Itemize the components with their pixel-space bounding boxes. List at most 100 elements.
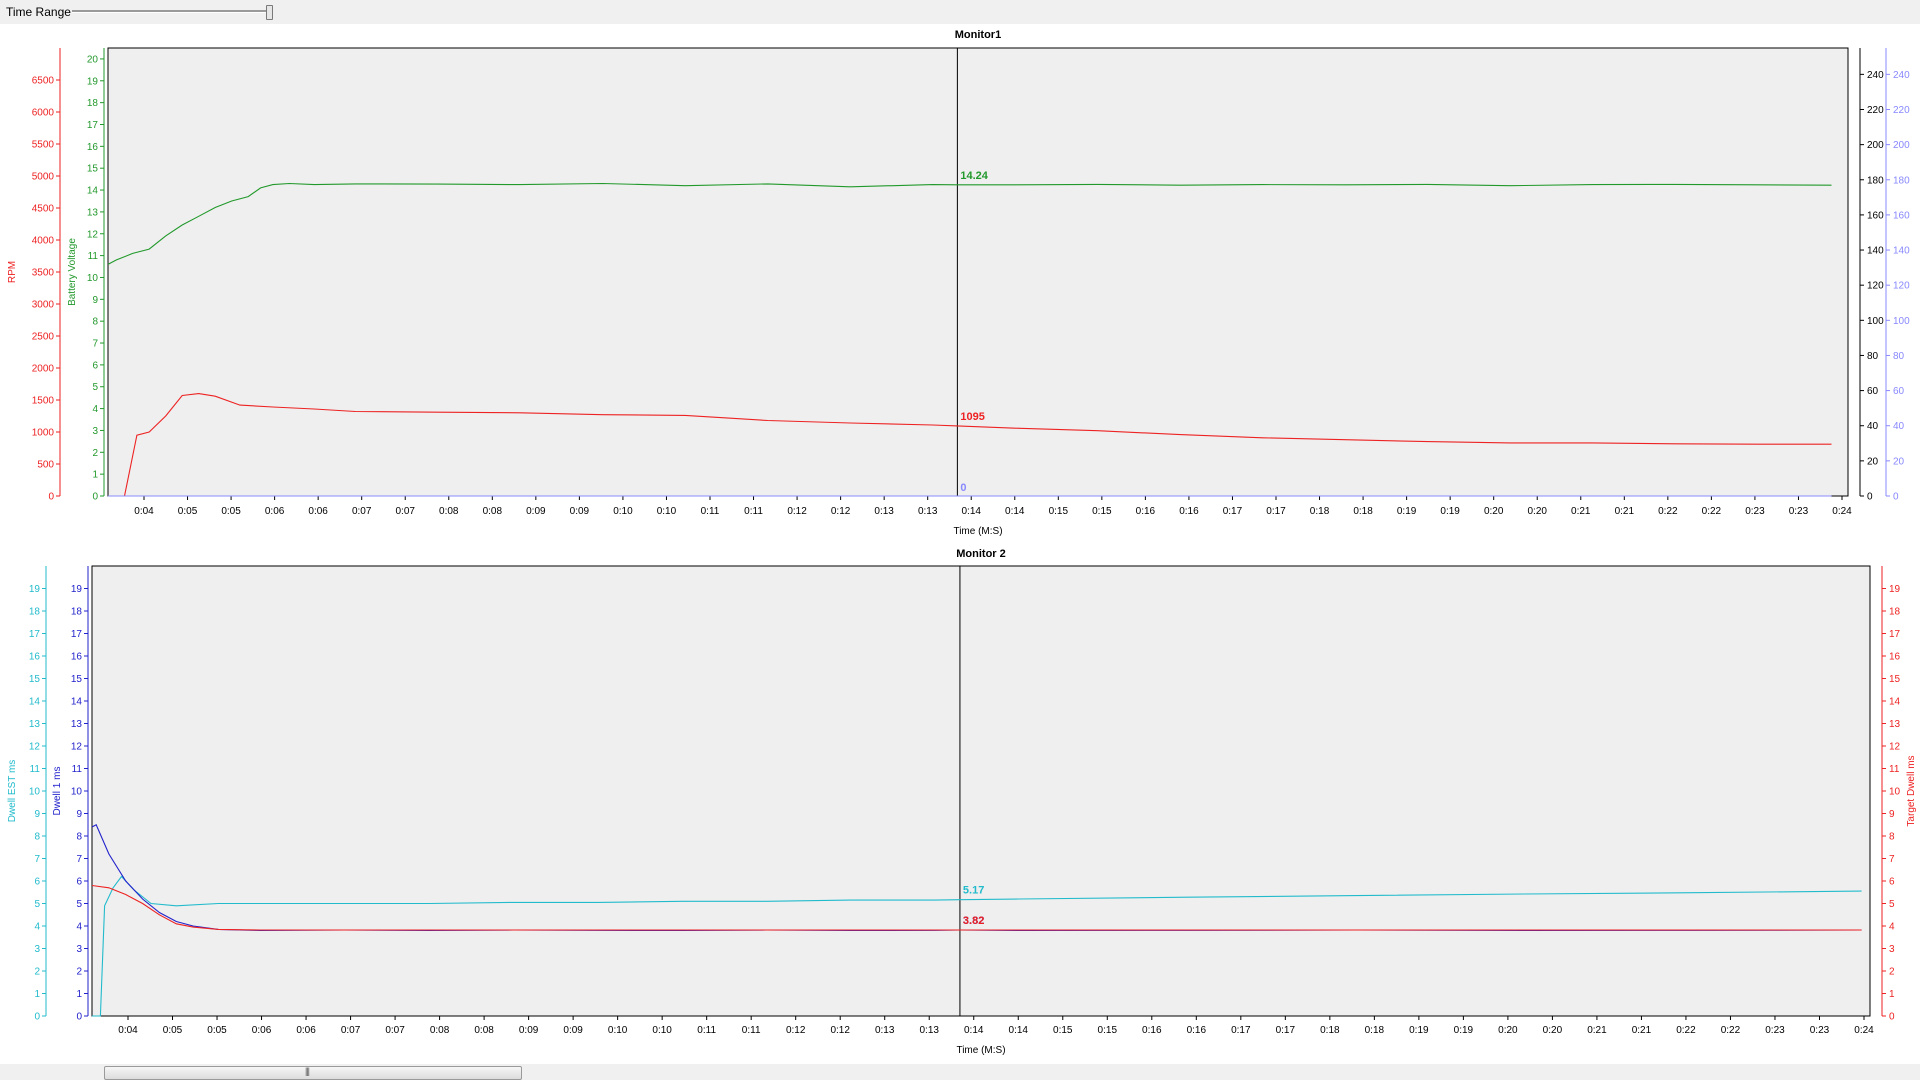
x-tick-label: 0:11 xyxy=(742,1025,761,1036)
y-tick-label: 15 xyxy=(1889,674,1901,685)
x-tick-label: 0:24 xyxy=(1854,1025,1874,1036)
y-tick-label: 14 xyxy=(1889,697,1901,708)
scrollbar-thumb[interactable]: ||| xyxy=(104,1066,522,1080)
y-tick-label: 5500 xyxy=(32,140,55,151)
x-tick-label: 0:21 xyxy=(1615,506,1635,517)
x-tick-label: 0:20 xyxy=(1484,506,1504,517)
x-tick-label: 0:21 xyxy=(1632,1025,1652,1036)
y-tick-label: 17 xyxy=(71,629,83,640)
y-axis-title: Dwell 1 ms xyxy=(52,767,63,816)
y-tick-label: 19 xyxy=(1889,584,1901,595)
x-tick-label: 0:15 xyxy=(1098,1025,1118,1036)
y-tick-label: 200 xyxy=(1867,140,1884,151)
x-tick-label: 0:18 xyxy=(1320,1025,1340,1036)
y-tick-label: 12 xyxy=(1889,742,1901,753)
y-tick-label: 18 xyxy=(71,607,83,618)
y-tick-label: 18 xyxy=(87,98,99,109)
chart-title: Monitor 2 xyxy=(956,548,1006,560)
x-axis-label: Time (M:S) xyxy=(956,1045,1005,1056)
y-tick-label: 6 xyxy=(76,877,82,888)
y-tick-label: 3 xyxy=(76,944,82,955)
y-tick-label: 120 xyxy=(1867,281,1884,292)
scrollbar-grip-icon: ||| xyxy=(305,1066,310,1076)
x-tick-label: 0:07 xyxy=(352,506,372,517)
x-tick-label: 0:12 xyxy=(831,506,851,517)
y-tick-label: 2 xyxy=(76,967,82,978)
y-tick-label: 0 xyxy=(76,1012,82,1023)
x-tick-label: 0:20 xyxy=(1498,1025,1518,1036)
x-tick-label: 0:22 xyxy=(1658,506,1678,517)
y-tick-label: 7 xyxy=(1889,854,1895,865)
y-tick-label: 1000 xyxy=(32,428,55,439)
y-tick-label: 8 xyxy=(76,832,82,843)
x-tick-label: 0:21 xyxy=(1587,1025,1607,1036)
y-tick-label: 11 xyxy=(72,764,83,775)
y-tick-label: 15 xyxy=(29,674,41,685)
y-tick-label: 2 xyxy=(34,967,40,978)
x-tick-label: 0:23 xyxy=(1765,1025,1785,1036)
y-tick-label: 5 xyxy=(76,899,82,910)
x-tick-label: 0:23 xyxy=(1810,1025,1830,1036)
y-tick-label: 2500 xyxy=(32,332,55,343)
y-axis-title: Dwell EST ms xyxy=(7,760,18,823)
cursor-value-label: 5.17 xyxy=(963,885,984,897)
y-tick-label: 220 xyxy=(1867,105,1884,116)
x-tick-label: 0:09 xyxy=(563,1025,583,1036)
x-tick-label: 0:13 xyxy=(874,506,894,517)
y-tick-label: 120 xyxy=(1893,281,1910,292)
x-tick-label: 0:22 xyxy=(1676,1025,1696,1036)
y-tick-label: 15 xyxy=(71,674,83,685)
x-tick-label: 0:21 xyxy=(1571,506,1591,517)
x-tick-label: 0:15 xyxy=(1049,506,1069,517)
x-tick-label: 0:06 xyxy=(252,1025,272,1036)
horizontal-scrollbar[interactable]: ||| xyxy=(0,1064,1920,1080)
cursor-value-label: 0 xyxy=(960,482,966,494)
x-tick-label: 0:06 xyxy=(308,506,328,517)
x-tick-label: 0:05 xyxy=(163,1025,183,1036)
y-tick-label: 6 xyxy=(92,360,98,371)
y-tick-label: 2 xyxy=(1889,967,1895,978)
x-axis-label: Time (M:S) xyxy=(953,526,1002,537)
charts-canvas: Monitor1 0:04 0:05 0:05 0:06 0:06 0:07 0:07 0:08… xyxy=(7,29,1917,1056)
y-tick-label: 140 xyxy=(1893,246,1910,257)
y-tick-label: 17 xyxy=(29,629,41,640)
y-tick-label: 13 xyxy=(87,207,99,218)
y-tick-label: 5 xyxy=(34,899,40,910)
x-tick-label: 0:10 xyxy=(613,506,633,517)
y-tick-label: 8 xyxy=(92,317,98,328)
x-tick-label: 0:22 xyxy=(1721,1025,1741,1036)
y-tick-label: 13 xyxy=(29,719,41,730)
x-tick-label: 0:13 xyxy=(918,506,938,517)
y-tick-label: 160 xyxy=(1893,210,1910,221)
x-tick-label: 0:16 xyxy=(1187,1025,1207,1036)
y-tick-label: 4500 xyxy=(32,204,55,215)
x-tick-label: 0:05 xyxy=(207,1025,227,1036)
x-tick-label: 0:08 xyxy=(474,1025,494,1036)
y-tick-label: 15 xyxy=(87,164,99,175)
x-tick-label: 0:07 xyxy=(385,1025,405,1036)
y-tick-label: 1 xyxy=(34,989,40,1000)
x-tick-label: 0:04 xyxy=(134,506,154,517)
y-tick-label: 180 xyxy=(1893,175,1910,186)
y-tick-label: 10 xyxy=(71,787,83,798)
x-tick-label: 0:19 xyxy=(1454,1025,1474,1036)
x-tick-label: 0:14 xyxy=(961,506,981,517)
y-tick-label: 140 xyxy=(1867,246,1884,257)
x-tick-label: 0:23 xyxy=(1745,506,1765,517)
y-tick-label: 40 xyxy=(1893,421,1905,432)
y-tick-label: 240 xyxy=(1867,70,1884,81)
y-tick-label: 13 xyxy=(1889,719,1901,730)
y-tick-label: 60 xyxy=(1867,386,1879,397)
x-tick-label: 0:19 xyxy=(1409,1025,1429,1036)
x-tick-label: 0:15 xyxy=(1053,1025,1073,1036)
x-tick-label: 0:16 xyxy=(1142,1025,1162,1036)
y-tick-label: 500 xyxy=(37,460,54,471)
y-tick-label: 20 xyxy=(1867,456,1879,467)
y-tick-label: 0 xyxy=(1889,1012,1895,1023)
y-tick-label: 6000 xyxy=(32,108,55,119)
cursor-value-label: 1095 xyxy=(960,411,984,423)
chart-title: Monitor1 xyxy=(955,29,1001,41)
y-tick-label: 10 xyxy=(87,273,99,284)
y-tick-label: 16 xyxy=(1889,652,1901,663)
x-tick-label: 0:10 xyxy=(652,1025,672,1036)
